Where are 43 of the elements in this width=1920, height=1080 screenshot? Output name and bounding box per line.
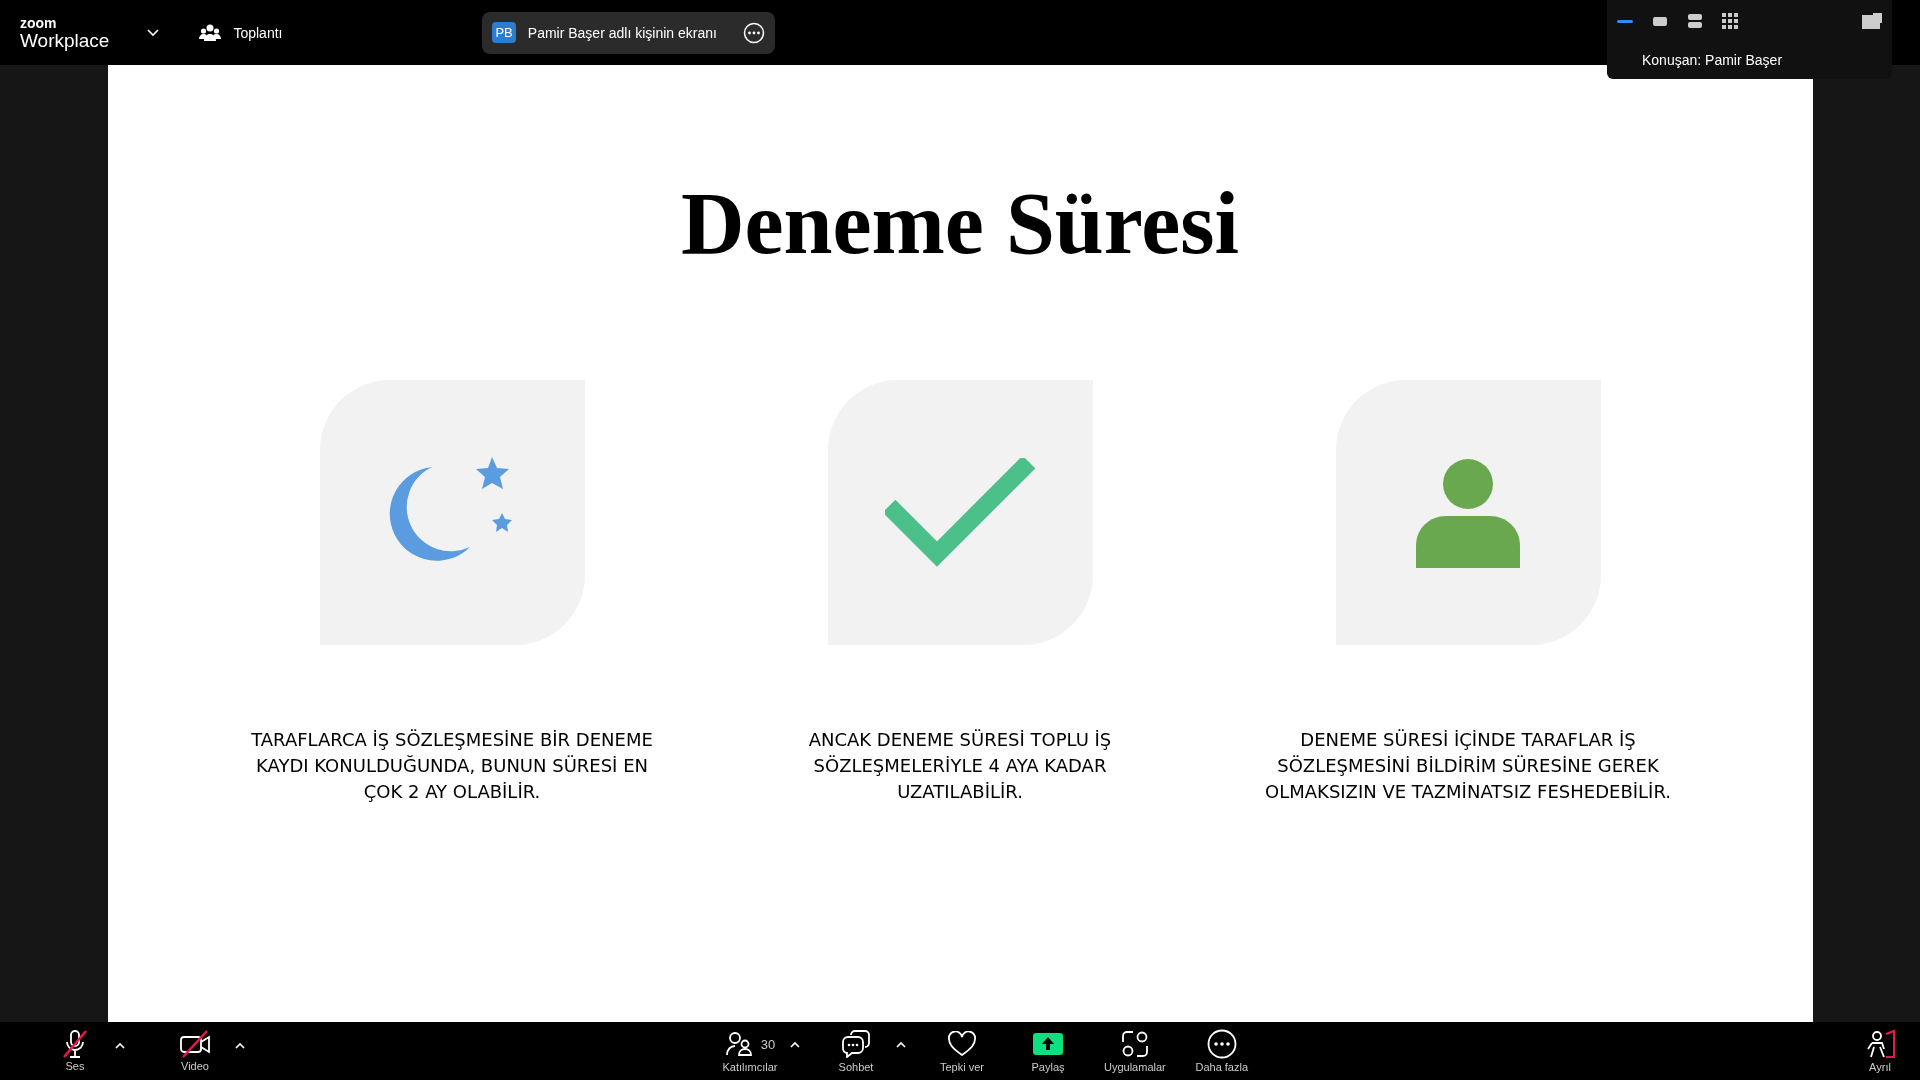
layout-option[interactable]: [1722, 12, 1738, 30]
camera-icon: [179, 1030, 211, 1058]
participants-button[interactable]: 30 Katılımcılar: [720, 1029, 780, 1073]
single-layout-icon: [1652, 15, 1668, 27]
microphone-icon: [60, 1030, 90, 1058]
people-icon: [199, 23, 222, 42]
stacked-layout-icon: [1687, 14, 1703, 28]
apps-icon: [1120, 1030, 1149, 1058]
gallery-layout-icon: [1722, 13, 1738, 29]
caret-up-icon[interactable]: [235, 1042, 245, 1049]
audio-button[interactable]: Ses: [45, 1030, 105, 1072]
window-layout-icon[interactable]: [1862, 13, 1882, 29]
share-button[interactable]: Paylaş: [1018, 1029, 1078, 1073]
share-label: Pamir Başer adlı kişinin ekranı: [527, 24, 717, 41]
check-icon: [885, 457, 1035, 568]
layout-option[interactable]: [1687, 12, 1703, 30]
react-button[interactable]: Tepki ver: [932, 1029, 992, 1073]
card-text: TARAFLARCA İŞ SÖZLEŞMESİNE BİR DENEME KAYDI KONULDUĞUNDA, BUNUN SÜRESİ EN ÇOK 2 AY OLABİLİR.: [250, 728, 654, 804]
participants-icon: [724, 1031, 753, 1057]
speaker-label: Konuşan: Pamir Başer: [1642, 52, 1784, 68]
person-icon: [1416, 457, 1520, 568]
leave-icon: [1864, 1029, 1896, 1059]
slide-title: Deneme Süresi: [680, 180, 1240, 268]
apps-button[interactable]: Uygulamalar: [1104, 1029, 1166, 1073]
more-icon: [1206, 1029, 1237, 1059]
heart-icon: [947, 1031, 977, 1057]
card-text: ANCAK DENEME SÜRESİ TOPLU İŞ SÖZLEŞMELERİYLE 4 AYA KADAR UZATILABİLİR.: [807, 728, 1113, 804]
more-icon[interactable]: [742, 21, 765, 44]
caret-up-icon[interactable]: [115, 1042, 125, 1049]
caret-up-icon[interactable]: [790, 1041, 800, 1048]
share-screen-icon: [1033, 1033, 1063, 1055]
card-text: DENEME SÜRESİ İÇİNDE TARAFLAR İŞ SÖZLEŞMESİNİ BİLDİRİM SÜRESİNE GEREK OLMAKSIZIN VE TAZMİNATSIZ FESHEDEBİLİR.: [1264, 728, 1672, 804]
chat-icon: [841, 1030, 871, 1058]
caret-up-icon[interactable]: [896, 1041, 906, 1048]
avatar-initials: PB: [492, 22, 516, 43]
meeting-button[interactable]: Toplantı: [199, 23, 283, 42]
video-button[interactable]: Video: [165, 1030, 225, 1072]
zoom-logo: zoom Workplace: [20, 15, 110, 50]
chevron-down-icon[interactable]: [147, 28, 160, 37]
chat-button[interactable]: Sohbet: [826, 1029, 886, 1073]
screen-share-pill[interactable]: PB Pamir Başer adlı kişinin ekranı: [482, 11, 775, 54]
leave-button[interactable]: Ayrıl: [1850, 1029, 1910, 1073]
more-button[interactable]: Daha fazla: [1191, 1029, 1252, 1073]
